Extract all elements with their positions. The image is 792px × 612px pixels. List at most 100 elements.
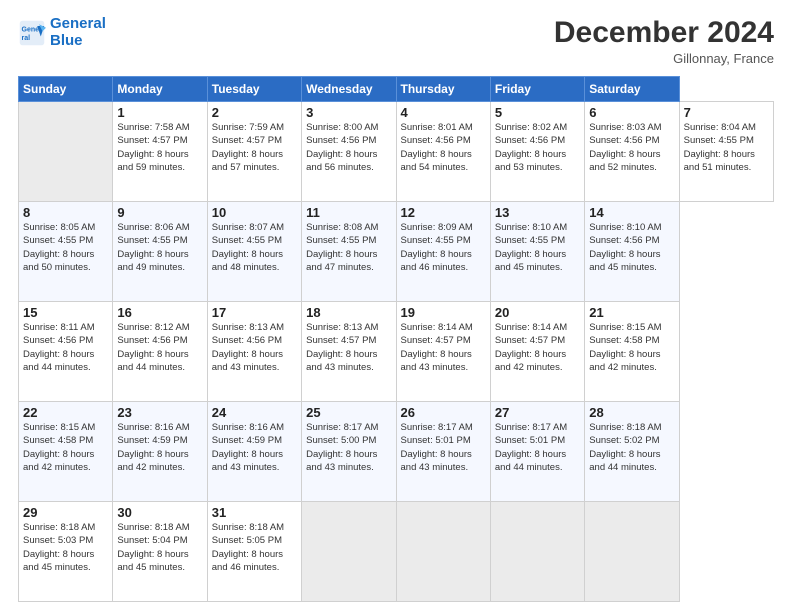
table-row: 11 Sunrise: 8:08 AM Sunset: 4:55 PM Dayl… — [302, 202, 396, 302]
table-row: 3 Sunrise: 8:00 AM Sunset: 4:56 PM Dayli… — [302, 102, 396, 202]
table-row: 23 Sunrise: 8:16 AM Sunset: 4:59 PM Dayl… — [113, 402, 207, 502]
empty-cell — [19, 102, 113, 202]
sunrise-line: Sunrise: 7:58 AM — [117, 121, 202, 134]
table-row: 15 Sunrise: 8:11 AM Sunset: 4:56 PM Dayl… — [19, 302, 113, 402]
daylight-line: Daylight: 8 hours and 46 minutes. — [401, 248, 486, 275]
sunrise-line: Sunrise: 8:15 AM — [23, 421, 108, 434]
sunrise-line: Sunrise: 8:09 AM — [401, 221, 486, 234]
sunrise-line: Sunrise: 7:59 AM — [212, 121, 297, 134]
table-row: 1 Sunrise: 7:58 AM Sunset: 4:57 PM Dayli… — [113, 102, 207, 202]
table-row: 29 Sunrise: 8:18 AM Sunset: 5:03 PM Dayl… — [19, 502, 113, 602]
month-title: December 2024 — [554, 16, 774, 49]
sunset-line: Sunset: 4:55 PM — [212, 234, 297, 247]
table-row: 26 Sunrise: 8:17 AM Sunset: 5:01 PM Dayl… — [396, 402, 490, 502]
sunset-line: Sunset: 4:55 PM — [684, 134, 769, 147]
sunset-line: Sunset: 4:56 PM — [23, 334, 108, 347]
table-row: 2 Sunrise: 7:59 AM Sunset: 4:57 PM Dayli… — [207, 102, 301, 202]
table-row — [302, 502, 396, 602]
col-wednesday: Wednesday — [302, 77, 396, 102]
day-number: 21 — [589, 305, 674, 320]
sunrise-line: Sunrise: 8:18 AM — [23, 521, 108, 534]
sunset-line: Sunset: 4:56 PM — [589, 234, 674, 247]
day-number: 12 — [401, 205, 486, 220]
table-row — [396, 502, 490, 602]
table-row: 7 Sunrise: 8:04 AM Sunset: 4:55 PM Dayli… — [679, 102, 773, 202]
calendar-table: Sunday Monday Tuesday Wednesday Thursday… — [18, 76, 774, 602]
sunrise-line: Sunrise: 8:13 AM — [212, 321, 297, 334]
logo-line1: General — [50, 15, 106, 32]
sunrise-line: Sunrise: 8:17 AM — [306, 421, 391, 434]
daylight-line: Daylight: 8 hours and 49 minutes. — [117, 248, 202, 275]
sunrise-line: Sunrise: 8:13 AM — [306, 321, 391, 334]
table-row: 19 Sunrise: 8:14 AM Sunset: 4:57 PM Dayl… — [396, 302, 490, 402]
logo-line2: Blue — [50, 32, 83, 49]
logo-text: General Blue — [50, 16, 106, 49]
day-number: 25 — [306, 405, 391, 420]
table-row: 27 Sunrise: 8:17 AM Sunset: 5:01 PM Dayl… — [490, 402, 584, 502]
daylight-line: Daylight: 8 hours and 56 minutes. — [306, 148, 391, 175]
daylight-line: Daylight: 8 hours and 46 minutes. — [212, 548, 297, 575]
sunrise-line: Sunrise: 8:04 AM — [684, 121, 769, 134]
sunset-line: Sunset: 4:55 PM — [306, 234, 391, 247]
page: Gene ral General Blue December 2024 Gill… — [0, 0, 792, 612]
daylight-line: Daylight: 8 hours and 59 minutes. — [117, 148, 202, 175]
sunrise-line: Sunrise: 8:07 AM — [212, 221, 297, 234]
daylight-line: Daylight: 8 hours and 52 minutes. — [589, 148, 674, 175]
sunrise-line: Sunrise: 8:18 AM — [212, 521, 297, 534]
sunrise-line: Sunrise: 8:02 AM — [495, 121, 580, 134]
col-thursday: Thursday — [396, 77, 490, 102]
daylight-line: Daylight: 8 hours and 48 minutes. — [212, 248, 297, 275]
day-number: 19 — [401, 305, 486, 320]
day-number: 30 — [117, 505, 202, 520]
day-number: 2 — [212, 105, 297, 120]
table-row: 30 Sunrise: 8:18 AM Sunset: 5:04 PM Dayl… — [113, 502, 207, 602]
daylight-line: Daylight: 8 hours and 45 minutes. — [117, 548, 202, 575]
logo: Gene ral General Blue — [18, 16, 106, 49]
week-row-3: 22 Sunrise: 8:15 AM Sunset: 4:58 PM Dayl… — [19, 402, 774, 502]
day-number: 1 — [117, 105, 202, 120]
sunset-line: Sunset: 4:57 PM — [306, 334, 391, 347]
daylight-line: Daylight: 8 hours and 45 minutes. — [495, 248, 580, 275]
sunrise-line: Sunrise: 8:14 AM — [401, 321, 486, 334]
daylight-line: Daylight: 8 hours and 44 minutes. — [23, 348, 108, 375]
col-saturday: Saturday — [585, 77, 679, 102]
sunrise-line: Sunrise: 8:18 AM — [117, 521, 202, 534]
table-row: 14 Sunrise: 8:10 AM Sunset: 4:56 PM Dayl… — [585, 202, 679, 302]
table-row: 18 Sunrise: 8:13 AM Sunset: 4:57 PM Dayl… — [302, 302, 396, 402]
sunrise-line: Sunrise: 8:14 AM — [495, 321, 580, 334]
sunrise-line: Sunrise: 8:16 AM — [212, 421, 297, 434]
day-number: 16 — [117, 305, 202, 320]
daylight-line: Daylight: 8 hours and 51 minutes. — [684, 148, 769, 175]
sunset-line: Sunset: 4:58 PM — [23, 434, 108, 447]
day-number: 29 — [23, 505, 108, 520]
table-row: 25 Sunrise: 8:17 AM Sunset: 5:00 PM Dayl… — [302, 402, 396, 502]
week-row-0: 1 Sunrise: 7:58 AM Sunset: 4:57 PM Dayli… — [19, 102, 774, 202]
col-monday: Monday — [113, 77, 207, 102]
sunset-line: Sunset: 4:55 PM — [117, 234, 202, 247]
sunset-line: Sunset: 4:57 PM — [117, 134, 202, 147]
sunrise-line: Sunrise: 8:10 AM — [495, 221, 580, 234]
daylight-line: Daylight: 8 hours and 44 minutes. — [495, 448, 580, 475]
daylight-line: Daylight: 8 hours and 43 minutes. — [212, 348, 297, 375]
daylight-line: Daylight: 8 hours and 45 minutes. — [23, 548, 108, 575]
table-row: 5 Sunrise: 8:02 AM Sunset: 4:56 PM Dayli… — [490, 102, 584, 202]
week-row-1: 8 Sunrise: 8:05 AM Sunset: 4:55 PM Dayli… — [19, 202, 774, 302]
sunset-line: Sunset: 4:56 PM — [589, 134, 674, 147]
sunset-line: Sunset: 5:03 PM — [23, 534, 108, 547]
sunrise-line: Sunrise: 8:03 AM — [589, 121, 674, 134]
day-number: 24 — [212, 405, 297, 420]
table-row: 10 Sunrise: 8:07 AM Sunset: 4:55 PM Dayl… — [207, 202, 301, 302]
table-row: 21 Sunrise: 8:15 AM Sunset: 4:58 PM Dayl… — [585, 302, 679, 402]
day-number: 28 — [589, 405, 674, 420]
table-row — [585, 502, 679, 602]
day-number: 17 — [212, 305, 297, 320]
title-area: December 2024 Gillonnay, France — [554, 16, 774, 66]
table-row: 16 Sunrise: 8:12 AM Sunset: 4:56 PM Dayl… — [113, 302, 207, 402]
sunset-line: Sunset: 4:55 PM — [495, 234, 580, 247]
day-number: 31 — [212, 505, 297, 520]
sunset-line: Sunset: 4:56 PM — [401, 134, 486, 147]
sunset-line: Sunset: 5:02 PM — [589, 434, 674, 447]
daylight-line: Daylight: 8 hours and 47 minutes. — [306, 248, 391, 275]
daylight-line: Daylight: 8 hours and 53 minutes. — [495, 148, 580, 175]
day-number: 14 — [589, 205, 674, 220]
